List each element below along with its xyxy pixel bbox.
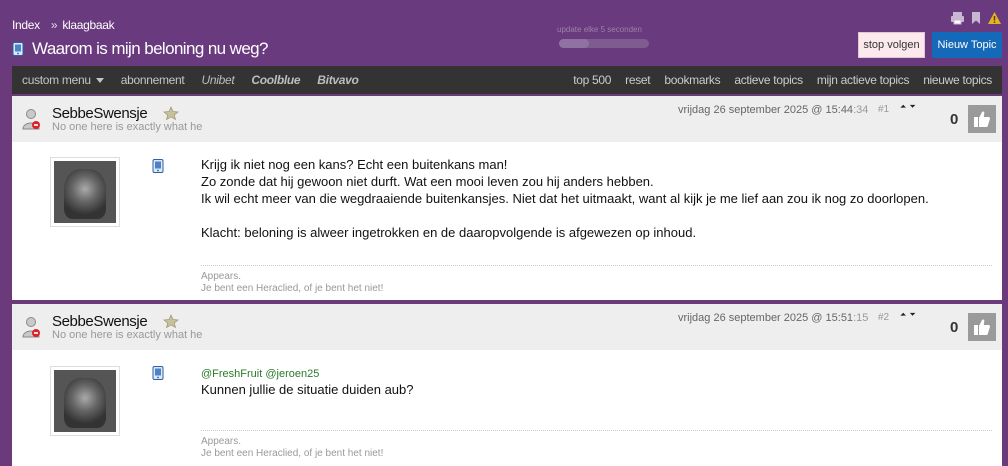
nav-new-topics[interactable]: nieuwe topics [923, 73, 992, 87]
nav-brand-bitvavo[interactable]: Bitvavo [317, 73, 359, 87]
phone-icon [12, 42, 24, 56]
nav-brand-unibet[interactable]: Unibet [201, 73, 234, 87]
post-signature: Appears. Je bent een Heraclied, of je be… [201, 265, 992, 295]
avatar[interactable] [50, 157, 120, 227]
avatar-image [54, 161, 116, 223]
post-date-seconds: :15 [853, 312, 869, 324]
page-header: Index » klaagbaak Waarom is mijn belonin… [0, 0, 1008, 66]
nav-bookmarks[interactable]: bookmarks [664, 73, 720, 87]
chevron-down-icon [95, 78, 104, 84]
post-content: Kunnen jullie de situatie duiden aub? [201, 381, 414, 398]
nav-custom-menu-label: custom menu [22, 73, 91, 87]
main-nav: custom menu abonnement Unibet Coolblue B… [12, 66, 1002, 94]
nav-reset[interactable]: reset [625, 73, 650, 87]
post-nav-arrows[interactable]: ⏶⏷ [900, 310, 919, 320]
post-header: SebbeSwensje No one here is exactly what… [12, 96, 1002, 142]
avatar-image [54, 370, 116, 432]
nav-top-500[interactable]: top 500 [573, 73, 611, 87]
avatar[interactable] [50, 366, 120, 436]
page-title: Waarom is mijn beloning nu weg? [32, 39, 269, 58]
post-date[interactable]: vrijdag 26 september 2025 @ 15:44:34 [678, 104, 868, 116]
breadcrumb-index[interactable]: Index [12, 18, 40, 32]
nav-right: top 500 reset bookmarks actieve topics m… [559, 73, 1002, 87]
star-icon [163, 106, 179, 120]
like-button[interactable] [968, 105, 996, 133]
nav-active-topics[interactable]: actieve topics [734, 73, 803, 87]
warning-icon[interactable] [987, 11, 1002, 25]
post-line: Krijg ik niet nog een kans? Echt een bui… [201, 157, 508, 172]
stop-following-button[interactable]: stop volgen [858, 32, 925, 58]
print-icon[interactable] [950, 11, 965, 25]
user-icon [22, 317, 40, 338]
signature-line: Je bent een Heraclied, of je bent het ni… [201, 283, 384, 294]
post-number[interactable]: #1 [878, 104, 889, 115]
post-date-main: vrijdag 26 september 2025 @ 15:44 [678, 104, 854, 116]
update-label: update elke 5 seconden [557, 25, 642, 34]
nav-my-active-topics[interactable]: mijn actieve topics [817, 73, 910, 87]
signature-line: Appears. [201, 271, 242, 282]
nav-left: custom menu abonnement Unibet Coolblue B… [12, 73, 376, 87]
like-count: 0 [950, 319, 959, 336]
phone-icon [152, 366, 164, 380]
post-date-seconds: :34 [853, 104, 869, 116]
phone-icon [152, 159, 164, 173]
bookmark-icon[interactable] [970, 11, 982, 25]
post-line: Zo zonde dat hij gewoon niet durft. Wat … [201, 174, 654, 189]
breadcrumb-separator: » [50, 18, 58, 32]
post-line [201, 207, 929, 224]
like-count: 0 [950, 111, 959, 128]
post-username[interactable]: SebbeSwensje [52, 105, 148, 122]
thumbs-up-icon [974, 111, 990, 127]
post-body: Krijg ik niet nog een kans? Echt een bui… [12, 142, 1002, 300]
user-icon [22, 109, 40, 130]
update-progress-fill [559, 39, 589, 48]
post-body: @FreshFruit @jeroen25 Kunnen jullie de s… [12, 350, 1002, 466]
forum-post: SebbeSwensje No one here is exactly what… [12, 304, 1002, 466]
post-line: Klacht: beloning is alweer ingetrokken e… [201, 225, 697, 240]
post-date[interactable]: vrijdag 26 september 2025 @ 15:51:15 [678, 312, 868, 324]
post-content: Krijg ik niet nog een kans? Echt een bui… [201, 156, 929, 241]
post-date-main: vrijdag 26 september 2025 @ 15:51 [678, 312, 854, 324]
nav-subscription[interactable]: abonnement [121, 73, 185, 87]
star-icon [163, 314, 179, 328]
breadcrumb-forum[interactable]: klaagbaak [62, 18, 114, 32]
like-button[interactable] [968, 313, 996, 341]
post-nav-arrows[interactable]: ⏶⏷ [900, 102, 919, 112]
signature-line: Je bent een Heraclied, of je bent het ni… [201, 448, 384, 459]
thumbs-up-icon [974, 319, 990, 335]
post-line: Ik wil echt meer van die wegdraaiende bu… [201, 191, 929, 206]
post-mentions[interactable]: @FreshFruit @jeroen25 [201, 368, 319, 380]
post-user-motto: No one here is exactly what he [52, 121, 203, 133]
post-username[interactable]: SebbeSwensje [52, 313, 148, 330]
new-topic-button[interactable]: Nieuw Topic [932, 32, 1002, 58]
post-user-motto: No one here is exactly what he [52, 329, 203, 341]
breadcrumb: Index » klaagbaak [12, 18, 122, 32]
post-line: Kunnen jullie de situatie duiden aub? [201, 382, 414, 397]
topic-title-row: Waarom is mijn beloning nu weg? [12, 39, 269, 59]
header-icons [950, 11, 1002, 25]
post-header: SebbeSwensje No one here is exactly what… [12, 304, 1002, 350]
post-number[interactable]: #2 [878, 312, 889, 323]
signature-line: Appears. [201, 436, 242, 447]
update-progress-bar [559, 39, 649, 48]
post-signature: Appears. Je bent een Heraclied, of je be… [201, 430, 992, 460]
nav-brand-coolblue[interactable]: Coolblue [251, 73, 300, 87]
forum-post: SebbeSwensje No one here is exactly what… [12, 96, 1002, 300]
nav-custom-menu[interactable]: custom menu [22, 73, 104, 87]
